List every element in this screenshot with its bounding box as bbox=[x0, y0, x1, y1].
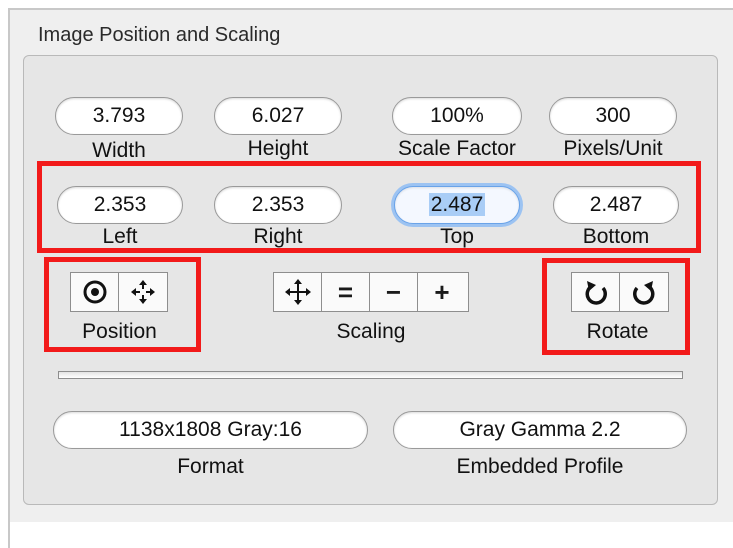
equals-icon: = bbox=[337, 277, 354, 307]
scale-slider-track[interactable] bbox=[58, 371, 683, 379]
scaling-button-group: = − + bbox=[273, 272, 469, 312]
fit-arrows-icon bbox=[284, 279, 311, 305]
pixels-per-unit-field[interactable]: 300 bbox=[549, 97, 677, 135]
scale-up-button[interactable]: + bbox=[418, 273, 466, 311]
embedded-profile-field: Gray Gamma 2.2 bbox=[393, 411, 687, 449]
actual-size-button[interactable]: = bbox=[322, 273, 370, 311]
fit-scaling-button[interactable] bbox=[274, 273, 322, 311]
scale-factor-label: Scale Factor bbox=[398, 137, 516, 160]
position-highlight-box bbox=[44, 257, 201, 352]
rotate-highlight-box bbox=[542, 258, 690, 355]
scale-down-button[interactable]: − bbox=[370, 273, 418, 311]
height-field[interactable]: 6.027 bbox=[214, 97, 342, 135]
window-footer-gap bbox=[10, 522, 733, 548]
embedded-profile-label: Embedded Profile bbox=[456, 455, 624, 478]
width-label: Width bbox=[92, 139, 146, 162]
format-field: 1138x1808 Gray:16 bbox=[53, 411, 368, 449]
width-field[interactable]: 3.793 bbox=[55, 97, 183, 135]
margins-highlight-box bbox=[37, 161, 701, 253]
plus-icon: + bbox=[434, 277, 450, 307]
pixels-per-unit-label: Pixels/Unit bbox=[563, 137, 663, 160]
group-title: Image Position and Scaling bbox=[38, 24, 281, 46]
minus-icon: − bbox=[385, 277, 402, 307]
format-label: Format bbox=[177, 455, 244, 478]
scaling-label: Scaling bbox=[336, 320, 406, 343]
height-label: Height bbox=[247, 137, 309, 160]
scale-factor-field[interactable]: 100% bbox=[392, 97, 522, 135]
